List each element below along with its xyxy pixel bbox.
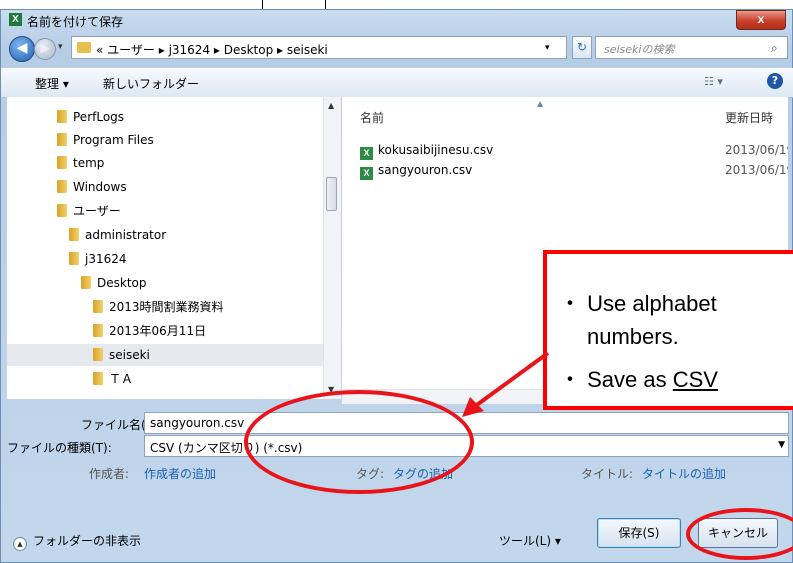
view-options-icon[interactable]: ☷ ▾ xyxy=(704,75,723,88)
folder-tree: PerfLogs Program Files temp Windows ユーザー… xyxy=(7,97,338,399)
tree-item[interactable]: ユーザー xyxy=(57,200,121,222)
file-row[interactable]: Xsangyouron.csv 2013/06/19 xyxy=(360,160,788,180)
help-icon[interactable]: ? xyxy=(767,73,783,89)
chevron-down-icon: ▼ xyxy=(778,440,785,450)
csv-file-icon: X xyxy=(360,167,373,180)
folder-icon xyxy=(77,42,91,53)
column-header-name[interactable]: 名前 xyxy=(360,109,384,126)
filetype-label: ファイルの種類(T): xyxy=(7,441,112,455)
folder-icon xyxy=(81,276,91,289)
tree-item[interactable]: j31624 xyxy=(69,248,127,270)
command-bar: 整理 ▾ 新しいフォルダー ☷ ▾ ? xyxy=(1,68,793,98)
folder-icon xyxy=(93,324,103,337)
forward-button[interactable]: ▶ xyxy=(34,38,56,60)
tools-menu[interactable]: ツール(L) ▾ xyxy=(499,532,561,549)
tree-item[interactable]: Program Files xyxy=(57,129,154,151)
instruction-callout: ・ Use alphabet numbers. ・ Save as CSV xyxy=(543,250,793,410)
address-row: ◀ ▶ ▾ « ユーザー ▸ j31624 ▸ Desktop ▸ seisek… xyxy=(1,34,793,64)
tree-item[interactable]: ＴＡ xyxy=(93,368,133,390)
hide-folders-toggle[interactable]: ▲ フォルダーの非表示 xyxy=(13,532,141,551)
window-title: 名前を付けて保存 xyxy=(27,15,124,29)
folder-icon xyxy=(69,228,79,241)
folder-icon xyxy=(93,348,103,361)
callout-line-3: ・ Save as CSV xyxy=(559,367,718,392)
folder-icon xyxy=(57,133,67,146)
back-button[interactable]: ◀ xyxy=(9,36,35,62)
scroll-up-icon[interactable]: ▲ xyxy=(328,101,334,110)
search-input[interactable]: seisekiの検索 ⌕ xyxy=(595,36,788,59)
folder-icon xyxy=(57,156,67,169)
address-dropdown-icon[interactable]: ▾ xyxy=(545,43,550,53)
organize-menu[interactable]: 整理 ▾ xyxy=(35,75,69,92)
new-folder-button[interactable]: 新しいフォルダー xyxy=(103,75,199,92)
recent-dropdown-icon[interactable]: ▾ xyxy=(58,42,63,52)
chevron-up-icon: ▲ xyxy=(13,537,27,551)
add-author-link[interactable]: 作成者の追加 xyxy=(144,465,216,482)
tree-item[interactable]: administrator xyxy=(69,224,166,246)
callout-line-2: numbers. xyxy=(587,324,679,349)
search-placeholder: seisekiの検索 xyxy=(604,43,675,56)
tree-item[interactable]: PerfLogs xyxy=(57,106,124,128)
address-bar[interactable]: « ユーザー ▸ j31624 ▸ Desktop ▸ seiseki ▾ xyxy=(71,36,567,59)
tree-item[interactable]: 2013年06月11日 xyxy=(93,320,206,342)
sort-arrow-icon: ▲ xyxy=(537,99,544,108)
tree-item[interactable]: 2013時間割業務資料 xyxy=(93,296,224,318)
excel-icon: X xyxy=(9,13,22,26)
folder-icon xyxy=(93,300,103,313)
tree-item[interactable]: temp xyxy=(57,152,104,174)
title-bar: X 名前を付けて保存 x xyxy=(1,10,793,30)
author-label: 作成者: xyxy=(89,467,130,481)
folder-icon xyxy=(93,372,103,385)
folder-icon xyxy=(57,204,67,217)
scroll-thumb[interactable] xyxy=(326,177,337,211)
breadcrumb[interactable]: « ユーザー ▸ j31624 ▸ Desktop ▸ seiseki xyxy=(96,41,328,58)
search-icon[interactable]: ⌕ xyxy=(771,41,778,56)
tree-item-selected[interactable]: seiseki xyxy=(7,344,323,366)
user-folder-icon xyxy=(69,252,79,265)
folder-icon xyxy=(57,180,67,193)
add-title-link[interactable]: タイトルの追加 xyxy=(642,465,726,482)
column-header-date[interactable]: 更新日時 xyxy=(725,109,773,126)
close-button[interactable]: x xyxy=(736,10,786,30)
save-button[interactable]: 保存(S) xyxy=(597,518,681,548)
highlight-ellipse-filetype xyxy=(244,390,474,494)
folder-icon xyxy=(57,110,67,123)
file-row[interactable]: Xkokusaibijinesu.csv 2013/06/19 xyxy=(360,140,788,160)
refresh-button[interactable]: ↻ xyxy=(572,36,592,59)
csv-file-icon: X xyxy=(360,147,373,160)
callout-line-1: ・ Use alphabet xyxy=(559,291,717,316)
tree-scrollbar[interactable]: ▲ ▼ xyxy=(323,97,341,399)
tree-item[interactable]: Windows xyxy=(57,176,127,198)
tree-item[interactable]: Desktop xyxy=(81,272,147,294)
title-meta-label: タイトル: xyxy=(581,467,634,481)
